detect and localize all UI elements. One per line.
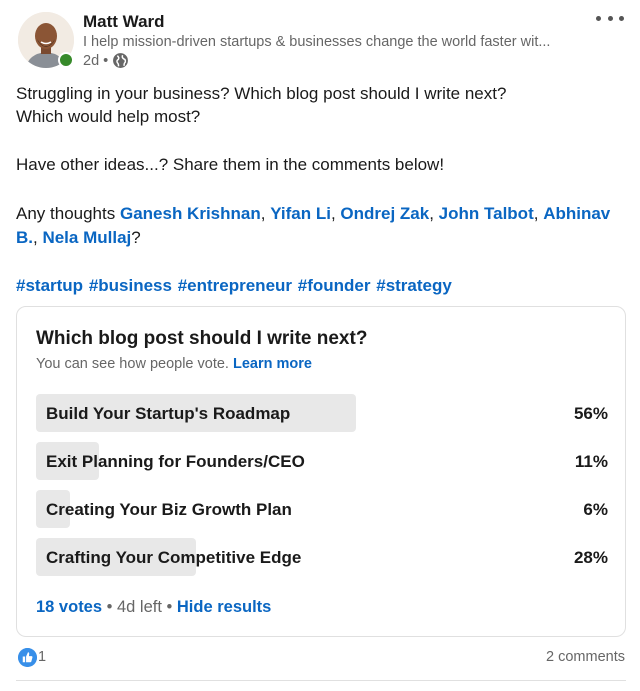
poll-option-percent: 28% (573, 548, 608, 567)
post-text-line-3: Have other ideas...? Share them in the c… (16, 155, 445, 174)
more-options-icon[interactable] (593, 8, 627, 28)
post-mentions-line-2: B., Nela Mullaj? (16, 227, 141, 249)
poll-option-label: Exit Planning for Founders/CEO (46, 452, 305, 471)
comma: , (260, 204, 271, 223)
mention-nela-mullaj[interactable]: Nela Mullaj (42, 228, 131, 247)
globe-icon (113, 53, 129, 68)
posted-ago: 2d (83, 52, 100, 69)
thoughts-prefix: Any thoughts (16, 204, 120, 223)
hide-results-link[interactable]: Hide results (177, 598, 271, 616)
poll-question: Which blog post should I write next? (36, 328, 368, 349)
learn-more-link[interactable]: Learn more (233, 356, 312, 372)
poll-option[interactable]: Exit Planning for Founders/CEO 11% (36, 442, 608, 480)
post-mentions-line-1: Any thoughts Ganesh Krishnan, Yifan Li, … (16, 203, 610, 225)
dot (619, 15, 624, 21)
post-meta: 2d • (83, 52, 129, 69)
mention-ondrej-zak[interactable]: Ondrej Zak (340, 204, 429, 223)
hashtag-strategy[interactable]: #strategy (376, 276, 452, 295)
comma: , (429, 204, 439, 223)
post-text-line-2: Which would help most? (16, 107, 201, 126)
poll-time-left: • 4d left • (102, 598, 177, 616)
hashtag-business[interactable]: #business (89, 276, 172, 295)
dot (596, 15, 601, 21)
mention-john-talbot[interactable]: John Talbot (439, 204, 534, 223)
like-reaction-icon[interactable] (18, 648, 37, 667)
post-text-line-1: Struggling in your business? Which blog … (16, 84, 507, 103)
mention-ganesh-krishnan[interactable]: Ganesh Krishnan (120, 204, 261, 223)
poll-option[interactable]: Creating Your Biz Growth Plan 6% (36, 490, 608, 528)
poll-footer: 18 votes • 4d left • Hide results (36, 598, 271, 617)
comma: , (533, 204, 544, 223)
divider (16, 680, 626, 681)
author-headline: I help mission-driven startups & busines… (83, 34, 551, 50)
question-mark: ? (131, 228, 141, 247)
poll-note: You can see how people vote. Learn more (36, 356, 312, 372)
votes-count-link[interactable]: 18 votes (36, 598, 102, 616)
hashtag-founder[interactable]: #founder (298, 276, 371, 295)
poll-option[interactable]: Build Your Startup's Roadmap 56% (36, 394, 608, 432)
poll-note-text: You can see how people vote. (36, 356, 233, 372)
poll-option-label: Build Your Startup's Roadmap (46, 404, 291, 423)
dot (607, 15, 613, 21)
comma: , (330, 204, 341, 223)
online-status-icon (58, 52, 74, 68)
hashtag-startup[interactable]: #startup (16, 276, 83, 295)
poll-option-percent: 6% (583, 500, 608, 519)
poll-option-percent: 56% (573, 404, 608, 423)
mention-abhinav-b-part2[interactable]: B. (16, 228, 33, 247)
hashtag-entrepreneur[interactable]: #entrepreneur (178, 276, 292, 295)
poll-option-label: Creating Your Biz Growth Plan (46, 500, 292, 519)
hashtags-line: #startup #business #entrepreneur #founde… (16, 275, 452, 297)
comments-count-link[interactable]: 2 comments (546, 649, 625, 665)
feed-post: Matt Ward I help mission-driven startups… (0, 0, 640, 691)
mention-abhinav-b-part1[interactable]: Abhinav (543, 204, 610, 223)
poll-option[interactable]: Crafting Your Competitive Edge 28% (36, 538, 608, 576)
poll-card: Which blog post should I write next? You… (16, 306, 626, 637)
author-name[interactable]: Matt Ward (83, 12, 165, 32)
reaction-count[interactable]: 1 (38, 649, 46, 665)
meta-separator: • (103, 52, 109, 69)
poll-option-percent: 11% (574, 452, 608, 471)
poll-option-label: Crafting Your Competitive Edge (46, 548, 302, 567)
mention-yifan-li[interactable]: Yifan Li (270, 204, 331, 223)
